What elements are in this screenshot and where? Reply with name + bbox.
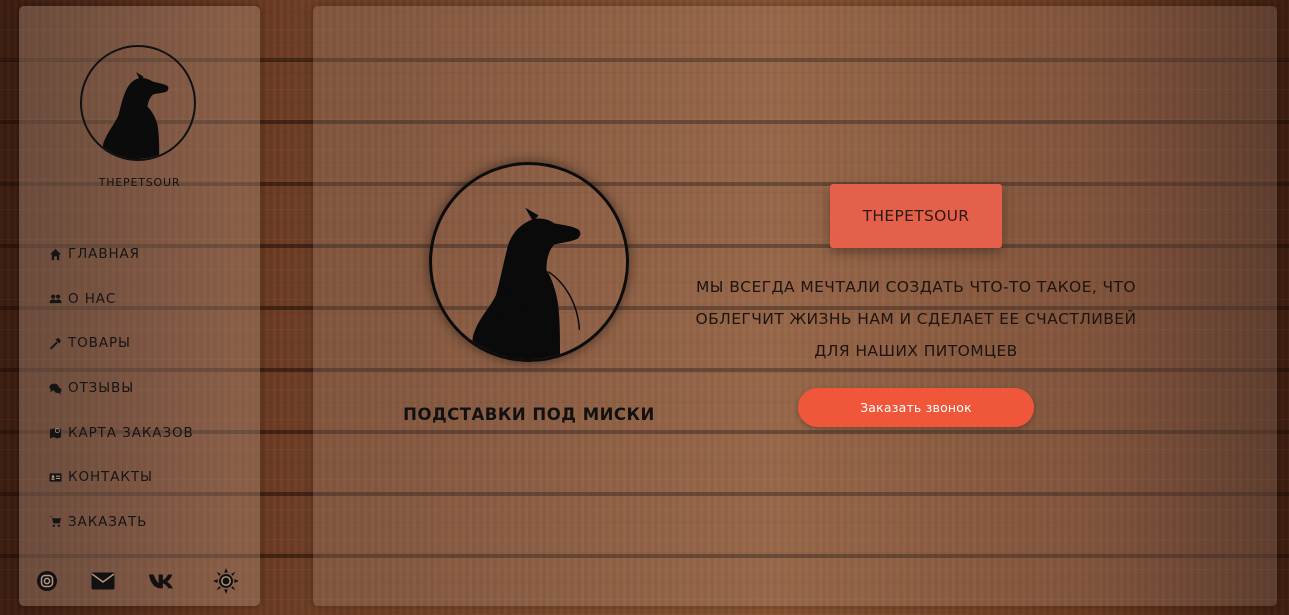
map-icon: [47, 426, 63, 440]
sidebar-item-label: ГЛАВНАЯ: [68, 246, 140, 263]
envelope-icon[interactable]: [90, 568, 116, 594]
sidebar-item-label: ЗАКАЗАТЬ: [68, 513, 148, 530]
tagline-line: МЫ ВСЕГДА МЕЧТАЛИ СОЗДАТЬ ЧТО-ТО ТАКОЕ, …: [696, 278, 1136, 296]
home-icon: [47, 247, 63, 261]
brand-badge: THEPETSOUR: [830, 184, 1002, 248]
sidebar-item-home[interactable]: ГЛАВНАЯ: [47, 232, 194, 277]
sidebar-item-label: КОНТАКТЫ: [68, 469, 153, 486]
tagline-line: ДЛЯ НАШИХ ПИТОМЦЕВ: [814, 342, 1018, 360]
hammer-icon: [47, 336, 63, 350]
sidebar-item-order-map[interactable]: КАРТА ЗАКАЗОВ: [47, 410, 194, 455]
id-card-icon: [47, 470, 63, 484]
social-links: [33, 568, 255, 598]
sun-theme-icon[interactable]: [213, 568, 239, 594]
sidebar-item-label: ТОВАРЫ: [68, 335, 131, 352]
instagram-icon[interactable]: [34, 568, 60, 594]
dog-cat-silhouette-icon: [470, 207, 581, 359]
hero-caption: ПОДСТАВКИ ПОД МИСКИ: [403, 405, 655, 424]
sidebar-item-label: КАРТА ЗАКАЗОВ: [68, 424, 194, 441]
hero-image: [429, 162, 629, 362]
sidebar-item-products[interactable]: ТОВАРЫ: [47, 321, 194, 366]
sidebar-item-reviews[interactable]: ОТЗЫВЫ: [47, 366, 194, 411]
logo[interactable]: [80, 45, 196, 161]
main-panel: ПОДСТАВКИ ПОД МИСКИ THEPETSOUR МЫ ВСЕГДА…: [313, 6, 1277, 606]
cart-icon: [47, 515, 63, 529]
sidebar-item-order[interactable]: ЗАКАЗАТЬ: [47, 500, 194, 545]
tagline: МЫ ВСЕГДА МЕЧТАЛИ СОЗДАТЬ ЧТО-ТО ТАКОЕ, …: [663, 271, 1169, 367]
brand-badge-label: THEPETSOUR: [862, 207, 970, 225]
tagline-line: ОБЛЕГЧИТ ЖИЗНЬ НАМ И СДЕЛАЕТ ЕЕ СЧАСТЛИВ…: [695, 310, 1137, 328]
dog-cat-silhouette-icon: [101, 72, 169, 159]
sidebar-item-label: О НАС: [68, 290, 117, 307]
sidebar-item-label: ОТЗЫВЫ: [68, 380, 135, 397]
sidebar-item-contacts[interactable]: КОНТАКТЫ: [47, 455, 194, 500]
brand-name: THEPETSOUR: [98, 176, 181, 189]
sidebar: THEPETSOUR ГЛАВНАЯ О НАС ТОВАРЫ ОТЗЫВЫ К…: [19, 6, 260, 606]
sidebar-item-about[interactable]: О НАС: [47, 277, 194, 322]
users-icon: [47, 292, 63, 306]
chat-bubbles-icon: [47, 381, 63, 395]
sidebar-nav: ГЛАВНАЯ О НАС ТОВАРЫ ОТЗЫВЫ КАРТА ЗАКАЗО…: [47, 232, 194, 544]
order-call-button[interactable]: Заказать звонок: [798, 388, 1034, 427]
vk-icon[interactable]: [148, 568, 174, 594]
